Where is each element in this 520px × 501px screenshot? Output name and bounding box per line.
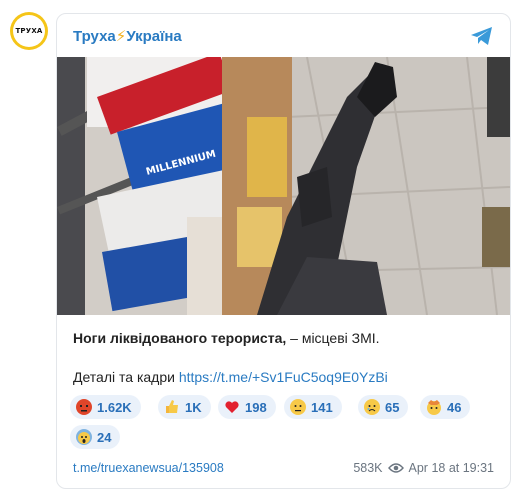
photo-image: MILLENNIUM <box>57 57 510 315</box>
angry-face-icon <box>76 399 92 415</box>
views-count: 583K <box>353 461 383 475</box>
channel-name-part1: Труха <box>73 28 116 45</box>
reaction-count: 65 <box>385 399 400 415</box>
message-bold-text: Ноги ліквідованого терориста, <box>73 330 287 346</box>
post-card: Труха⚡Україна MILLENNIUM Ноги ліквідован… <box>56 13 511 489</box>
exploding-head-icon <box>427 400 441 415</box>
message-text: Ноги ліквідованого терориста, – місцеві … <box>73 330 380 346</box>
details-label: Деталі та кадри <box>73 369 179 385</box>
details-link[interactable]: https://t.me/+Sv1FuC5oq9E0YzBi <box>179 369 388 385</box>
avatar-logo-text: ТРУХА <box>13 15 45 47</box>
reaction-chip[interactable]: 24 <box>70 425 121 449</box>
telegram-icon[interactable] <box>470 26 494 46</box>
post-date: Apr 18 at 19:31 <box>408 461 494 475</box>
channel-name[interactable]: Труха⚡Україна <box>73 27 182 45</box>
reaction-count: 198 <box>245 399 267 415</box>
message-details: Деталі та кадри https://t.me/+Sv1FuC5oq9… <box>73 369 388 385</box>
channel-avatar[interactable]: ТРУХА <box>10 12 48 50</box>
post-photo[interactable]: MILLENNIUM <box>57 57 510 315</box>
reaction-chip[interactable]: 65 <box>358 395 409 419</box>
reaction-chip[interactable]: 198 <box>218 395 276 419</box>
channel-name-part2: Україна <box>126 28 182 45</box>
eye-icon <box>387 463 404 473</box>
reaction-chip[interactable]: 1.62K <box>70 395 141 419</box>
reaction-chip[interactable]: 1K <box>158 395 211 419</box>
post-meta: 583K Apr 18 at 19:31 <box>353 461 494 475</box>
reaction-count: 1.62K <box>97 399 132 415</box>
face-with-raised-eyebrow-icon <box>290 399 306 415</box>
lightning-icon: ⚡ <box>115 28 127 45</box>
reaction-count: 1K <box>185 399 202 415</box>
reaction-count: 141 <box>311 399 333 415</box>
message-rest-text: – місцеві ЗМІ. <box>286 330 380 346</box>
thumbs-up-icon <box>166 400 178 413</box>
reaction-count: 24 <box>97 429 112 445</box>
post-header: Труха⚡Україна <box>57 14 510 56</box>
reaction-chip[interactable]: 46 <box>420 395 471 419</box>
screaming-face-icon <box>76 429 92 445</box>
crying-face-icon <box>364 399 380 415</box>
reaction-chip[interactable]: 141 <box>284 395 342 419</box>
post-link[interactable]: t.me/truexanewsua/135908 <box>73 461 224 475</box>
reaction-count: 46 <box>447 399 462 415</box>
red-heart-icon <box>225 401 239 413</box>
